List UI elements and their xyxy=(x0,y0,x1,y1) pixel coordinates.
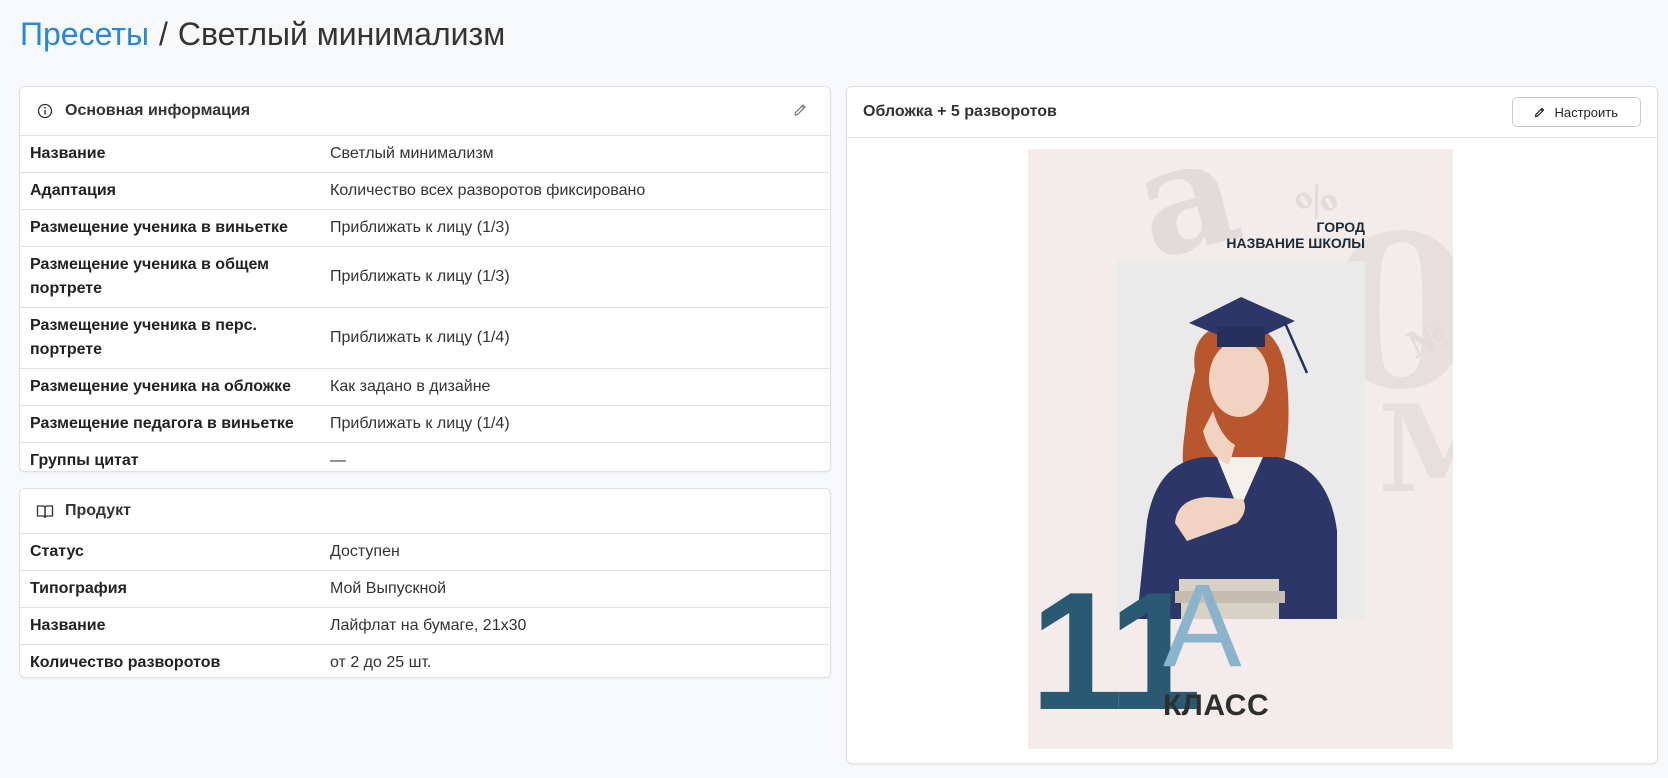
table-row: Группы цитат — xyxy=(20,443,830,472)
product-header: Продукт xyxy=(20,489,830,534)
book-icon xyxy=(36,502,54,520)
breadcrumb-presets-link[interactable]: Пресеты xyxy=(20,16,149,52)
row-key: Группы цитат xyxy=(30,452,139,469)
table-row: Статус Доступен xyxy=(20,534,830,571)
row-key: Типография xyxy=(20,570,320,608)
configure-button[interactable]: Настроить xyxy=(1512,97,1641,127)
table-row: Размещение ученика в общем портрете Прибл… xyxy=(20,246,830,308)
table-row: Название Лайфлат на бумаге, 21х30 xyxy=(20,607,830,645)
row-key: Размещение ученика в виньетке xyxy=(20,209,320,247)
table-row: Адаптация Количество всех разворотов фикс… xyxy=(20,172,830,210)
basic-info-title: Основная информация xyxy=(65,102,251,119)
row-value: от 2 до 25 шт. xyxy=(330,654,432,671)
preview-card: Обложка + 5 разворотов Настроить a 0 % M… xyxy=(846,86,1658,764)
row-value: Доступен xyxy=(320,534,830,571)
row-value: Приближать к лицу (1/4) xyxy=(320,307,830,369)
table-row: Размещение педагога в виньетке Приближать… xyxy=(20,405,830,443)
table-row: Размещение ученика на обложке Как задано … xyxy=(20,368,830,406)
page-title: Светлый минимализм xyxy=(177,16,506,52)
row-key: Размещение ученика на обложке xyxy=(20,368,320,406)
row-key: Название xyxy=(20,136,320,173)
row-key: Статус xyxy=(20,534,320,571)
cover-class-label: КЛАСС xyxy=(1163,689,1270,722)
breadcrumb: Пресеты / Светлый минимализм xyxy=(20,14,505,54)
basic-info-card: Основная информация Название Светлый мини… xyxy=(19,86,831,472)
table-row: Размещение ученика в перс. портрете Прибл… xyxy=(20,307,830,369)
row-value: Приближать к лицу (1/3) xyxy=(320,209,830,247)
table-row: Размещение ученика в виньетке Приближать … xyxy=(20,209,830,247)
row-value: Мой Выпускной xyxy=(320,570,830,608)
cover-preview: a 0 % M № ГОРОД НАЗВАНИЕ ШКОЛЫ xyxy=(1028,149,1453,749)
cover-decoration: M xyxy=(1378,379,1453,520)
row-value: Приближать к лицу (1/4) xyxy=(320,405,830,443)
row-value: Приближать к лицу (1/3) xyxy=(320,246,830,308)
product-title: Продукт xyxy=(65,502,131,519)
row-key: Размещение педагога в виньетке xyxy=(20,405,320,443)
row-value: Как задано в дизайне xyxy=(320,368,830,406)
row-value: — xyxy=(330,452,346,469)
preview-header: Обложка + 5 разворотов Настроить xyxy=(847,87,1657,138)
table-row: Количество разворотов от 2 до 25 шт. xyxy=(20,645,830,678)
breadcrumb-separator: / xyxy=(158,16,168,52)
row-value: Светлый минимализм xyxy=(320,136,830,173)
row-key: Адаптация xyxy=(20,172,320,210)
table-row: Название Светлый минимализм xyxy=(20,136,830,173)
pencil-icon xyxy=(1533,106,1546,119)
product-card: Продукт Статус Доступен Типография Мой Вып… xyxy=(19,488,831,678)
preview-title: Обложка + 5 разворотов xyxy=(863,103,1057,120)
basic-info-table: Название Светлый минимализм Адаптация Коли… xyxy=(20,136,830,472)
pencil-icon[interactable] xyxy=(792,102,810,120)
row-key: Количество разворотов xyxy=(30,654,221,671)
row-key: Размещение ученика в общем портрете xyxy=(20,246,320,308)
configure-button-label: Настроить xyxy=(1554,104,1618,120)
cover-school-block: ГОРОД НАЗВАНИЕ ШКОЛЫ xyxy=(1226,219,1365,251)
cover-school-name: НАЗВАНИЕ ШКОЛЫ xyxy=(1226,235,1365,251)
info-icon xyxy=(36,102,54,120)
cover-grade-letter: А xyxy=(1163,560,1242,692)
row-value: Лайфлат на бумаге, 21х30 xyxy=(320,607,830,645)
row-value: Количество всех разворотов фиксировано xyxy=(320,172,830,210)
product-table: Статус Доступен Типография Мой Выпускной Н… xyxy=(20,534,830,678)
row-key: Размещение ученика в перс. портрете xyxy=(20,307,320,369)
table-row: Типография Мой Выпускной xyxy=(20,570,830,608)
basic-info-header: Основная информация xyxy=(20,87,830,136)
cover-city: ГОРОД xyxy=(1316,219,1365,235)
row-key: Название xyxy=(20,607,320,645)
